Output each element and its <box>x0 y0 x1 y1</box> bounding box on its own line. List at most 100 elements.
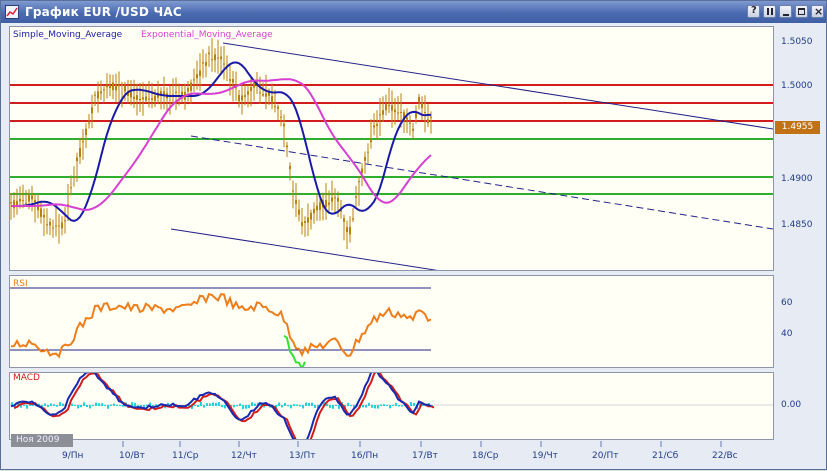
macd-histogram-bar <box>377 405 379 409</box>
candle-body <box>13 200 15 209</box>
candle-body <box>385 104 387 111</box>
candle-body <box>10 202 12 204</box>
macd-histogram-bar <box>299 405 301 407</box>
candle-body <box>61 222 63 229</box>
candle-body <box>85 128 87 135</box>
candle-body <box>289 166 291 170</box>
macd-histogram-bar <box>242 405 244 409</box>
candle-body <box>394 109 396 113</box>
macd-histogram-bar <box>368 402 370 406</box>
time-tick: 20/Пт <box>592 451 619 461</box>
macd-histogram-bar <box>389 405 391 409</box>
candle-body <box>142 97 144 100</box>
candle-body <box>160 91 162 95</box>
candle-body <box>265 93 267 97</box>
macd-histogram-bar <box>398 405 400 407</box>
candle-body <box>244 95 246 97</box>
candle-body <box>409 122 411 124</box>
macd-histogram-bar <box>362 405 364 408</box>
candle-body <box>187 87 189 92</box>
price-tick: 1.4850 <box>781 220 813 230</box>
macd-histogram-bar <box>107 405 109 409</box>
candle-body <box>124 85 126 92</box>
candle-body <box>97 91 99 99</box>
month-badge: Ноя 2009 <box>11 434 73 447</box>
macd-histogram-bar <box>311 402 313 406</box>
macd-histogram-bar <box>290 405 292 409</box>
macd-histogram-bar <box>194 404 196 406</box>
candle-body <box>79 147 81 157</box>
macd-histogram-bar <box>335 404 337 406</box>
candle-body <box>421 102 423 109</box>
macd-histogram-bar <box>329 405 331 408</box>
candle-body <box>193 79 195 81</box>
macd-histogram-bar <box>218 402 220 406</box>
macd-histogram-bar <box>56 405 58 407</box>
candle-body <box>301 222 303 227</box>
candle-body <box>418 96 420 102</box>
candle-body <box>121 84 123 86</box>
time-tick: 13/Пт <box>289 451 316 461</box>
macd-histogram-bar <box>86 405 88 408</box>
trend-line-dashed <box>190 135 773 230</box>
candle-body <box>382 110 384 115</box>
macd-histogram-bar <box>197 405 199 407</box>
rsi-label: RSI <box>13 279 28 289</box>
candle-body <box>46 224 48 226</box>
chart-canvas <box>10 38 773 447</box>
macd-histogram-bar <box>236 405 238 407</box>
time-tick: 9/Пн <box>62 451 84 461</box>
macd-histogram-bar <box>53 404 55 406</box>
current-price-badge: 1.4955 <box>775 121 820 134</box>
macd-histogram-bar <box>293 404 295 406</box>
sma-legend: Simple_Moving_Average <box>13 30 123 40</box>
candle-body <box>220 56 222 60</box>
macd-histogram-bar <box>371 405 373 408</box>
macd-histogram-bar <box>296 404 298 406</box>
candle-body <box>139 98 141 101</box>
macd-histogram-bar <box>95 402 97 406</box>
candle-body <box>253 83 255 88</box>
candle-body <box>151 98 153 100</box>
time-tick: 17/Вт <box>412 451 438 461</box>
candle-body <box>283 123 285 127</box>
candle-body <box>346 227 348 233</box>
candle-body <box>241 95 243 101</box>
macd-histogram-bar <box>239 403 241 406</box>
macd-histogram-bar <box>413 402 415 406</box>
candle-body <box>337 198 339 202</box>
candle-body <box>19 198 21 202</box>
candle-body <box>154 95 156 101</box>
macd-histogram-bar <box>308 402 310 406</box>
time-tick: 19/Чт <box>532 451 558 461</box>
candle-body <box>229 79 231 81</box>
macd-histogram-bar <box>134 402 136 406</box>
candle-body <box>232 79 234 83</box>
candle-body <box>343 218 345 222</box>
candle-body <box>430 116 432 118</box>
macd-histogram-bar <box>284 402 286 406</box>
candle-body <box>328 202 330 205</box>
price-tick: 1.4900 <box>781 174 813 184</box>
macd-histogram-bar <box>221 405 223 408</box>
macd-histogram-bar <box>212 402 214 406</box>
candle-body <box>415 112 417 118</box>
macd-histogram-bar <box>26 405 28 409</box>
candle-body <box>208 52 210 55</box>
macd-histogram-bar <box>215 402 217 406</box>
candle-body <box>103 89 105 91</box>
candle-body <box>109 85 111 89</box>
candle-body <box>145 96 147 101</box>
candle-body <box>43 215 45 218</box>
candle-body <box>412 128 414 131</box>
time-tick: 18/Ср <box>472 451 499 461</box>
candle-body <box>316 205 318 211</box>
macd-histogram-bar <box>365 405 367 408</box>
macd-histogram-bar <box>101 403 103 406</box>
candle-body <box>52 227 54 229</box>
candle-body <box>112 82 114 91</box>
candle-body <box>307 217 309 223</box>
candle-body <box>247 91 249 95</box>
candle-body <box>211 59 213 61</box>
candle-body <box>391 105 393 111</box>
